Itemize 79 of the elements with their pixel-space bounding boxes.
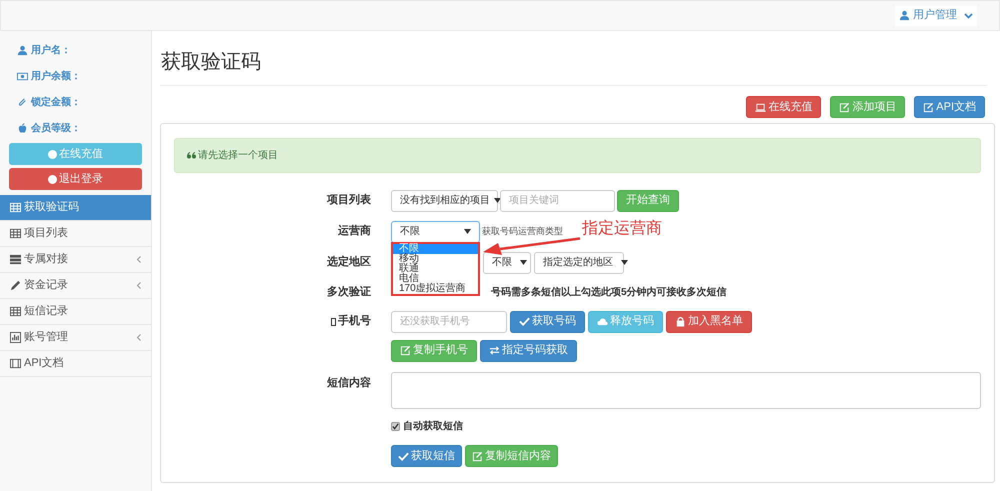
- sidebar-item[interactable]: 专属对接: [0, 247, 151, 273]
- dropdown-option[interactable]: 电信: [393, 274, 478, 284]
- sidebar-item[interactable]: 获取验证码: [0, 195, 151, 221]
- action-button[interactable]: 指定号码获取: [480, 340, 577, 362]
- swap-arrows-icon: [489, 345, 500, 356]
- circle-icon: [48, 150, 57, 158]
- sidebar-item[interactable]: 短信记录: [0, 299, 151, 325]
- phone-icon: [331, 318, 336, 326]
- check-icon: [519, 316, 530, 327]
- user-icon: [899, 10, 910, 21]
- action-button[interactable]: 添加项目: [830, 96, 906, 118]
- checkbox-label: 自动获取短信: [403, 420, 463, 434]
- chart-icon: [10, 332, 21, 343]
- server-icon: [10, 254, 21, 265]
- alert-text: 请先选择一个项目: [198, 148, 278, 163]
- info-label: 锁定金额：: [31, 95, 81, 110]
- project-select[interactable]: 没有找到相应的项目: [391, 190, 498, 212]
- laptop-icon: [755, 102, 766, 112]
- multi-verify-text: 号码需多条短信以上勾选此项5分钟内可接收多次短信: [491, 286, 727, 300]
- action-button[interactable]: 加入黑名单: [666, 310, 752, 332]
- film-icon: [10, 358, 21, 369]
- caret-icon: [621, 260, 628, 265]
- sidebar-item[interactable]: 项目列表: [0, 221, 151, 247]
- caret-icon: [520, 260, 527, 265]
- logout-button[interactable]: 退出登录: [9, 168, 142, 190]
- table-icon: [10, 228, 21, 239]
- user-icon: [17, 44, 28, 56]
- field-label: 选定地区: [327, 254, 371, 270]
- chevron-down-icon: [964, 12, 973, 18]
- sidebar-item[interactable]: 资金记录: [0, 273, 151, 299]
- cloud-icon: [597, 316, 608, 327]
- field-label: 手机号: [338, 314, 371, 330]
- field-label: 项目列表: [327, 192, 371, 208]
- check-icon: [398, 450, 409, 462]
- table-icon: [10, 306, 21, 317]
- recharge-button[interactable]: 在线充值: [9, 143, 142, 165]
- quote-icon: [187, 152, 196, 159]
- paperclip-icon: [17, 96, 28, 108]
- annotation-text: 指定运营商: [582, 218, 662, 239]
- dropdown-option[interactable]: 不限: [393, 244, 478, 254]
- action-button[interactable]: 获取号码: [510, 310, 585, 332]
- edit-icon: [923, 102, 934, 112]
- table-icon: [10, 202, 21, 213]
- field-label: 短信内容: [327, 376, 371, 391]
- page-title: 获取验证码: [160, 50, 261, 75]
- edit-icon: [400, 345, 411, 356]
- field-label: 多次验证: [327, 284, 371, 300]
- hint-text: 获取号码运营商类型: [482, 224, 563, 238]
- sidebar-item[interactable]: API文档: [0, 351, 151, 377]
- edit-icon: [472, 450, 483, 462]
- circle-icon: [48, 174, 57, 184]
- banknote-icon: [17, 70, 28, 82]
- action-button[interactable]: API文档: [914, 96, 985, 118]
- edit-icon: [839, 102, 850, 112]
- dropdown-option[interactable]: 170虚拟运营商: [393, 284, 478, 294]
- info-label: 会员等级：: [31, 122, 81, 136]
- field-label: 运营商: [338, 224, 371, 240]
- action-button[interactable]: 复制短信内容: [465, 445, 558, 467]
- action-button[interactable]: 开始查询: [617, 190, 679, 212]
- info-label: 用户余额：: [31, 69, 81, 84]
- caret-icon: [494, 198, 501, 203]
- check-icon: [392, 423, 399, 430]
- lock-icon: [675, 316, 686, 327]
- sidebar-item[interactable]: 账号管理: [0, 325, 151, 351]
- apple-icon: [17, 122, 28, 134]
- action-button[interactable]: 释放号码: [588, 310, 663, 332]
- dropdown-option[interactable]: 联通: [393, 264, 478, 274]
- keyword-field[interactable]: 项目关键词: [500, 190, 615, 212]
- sms-content-field[interactable]: [391, 372, 981, 409]
- info-label: 用户名：: [31, 43, 71, 58]
- action-button[interactable]: 获取短信: [391, 445, 462, 467]
- dropdown-option[interactable]: 移动: [393, 254, 478, 264]
- action-button[interactable]: 在线充值: [746, 96, 822, 118]
- action-button[interactable]: 复制手机号: [391, 340, 477, 362]
- pencil-icon: [10, 280, 21, 291]
- caret-icon: [464, 229, 471, 234]
- checkbox[interactable]: [391, 422, 400, 431]
- user-menu[interactable]: 用户管理: [895, 6, 977, 26]
- phone-field[interactable]: 还没获取手机号: [391, 310, 507, 332]
